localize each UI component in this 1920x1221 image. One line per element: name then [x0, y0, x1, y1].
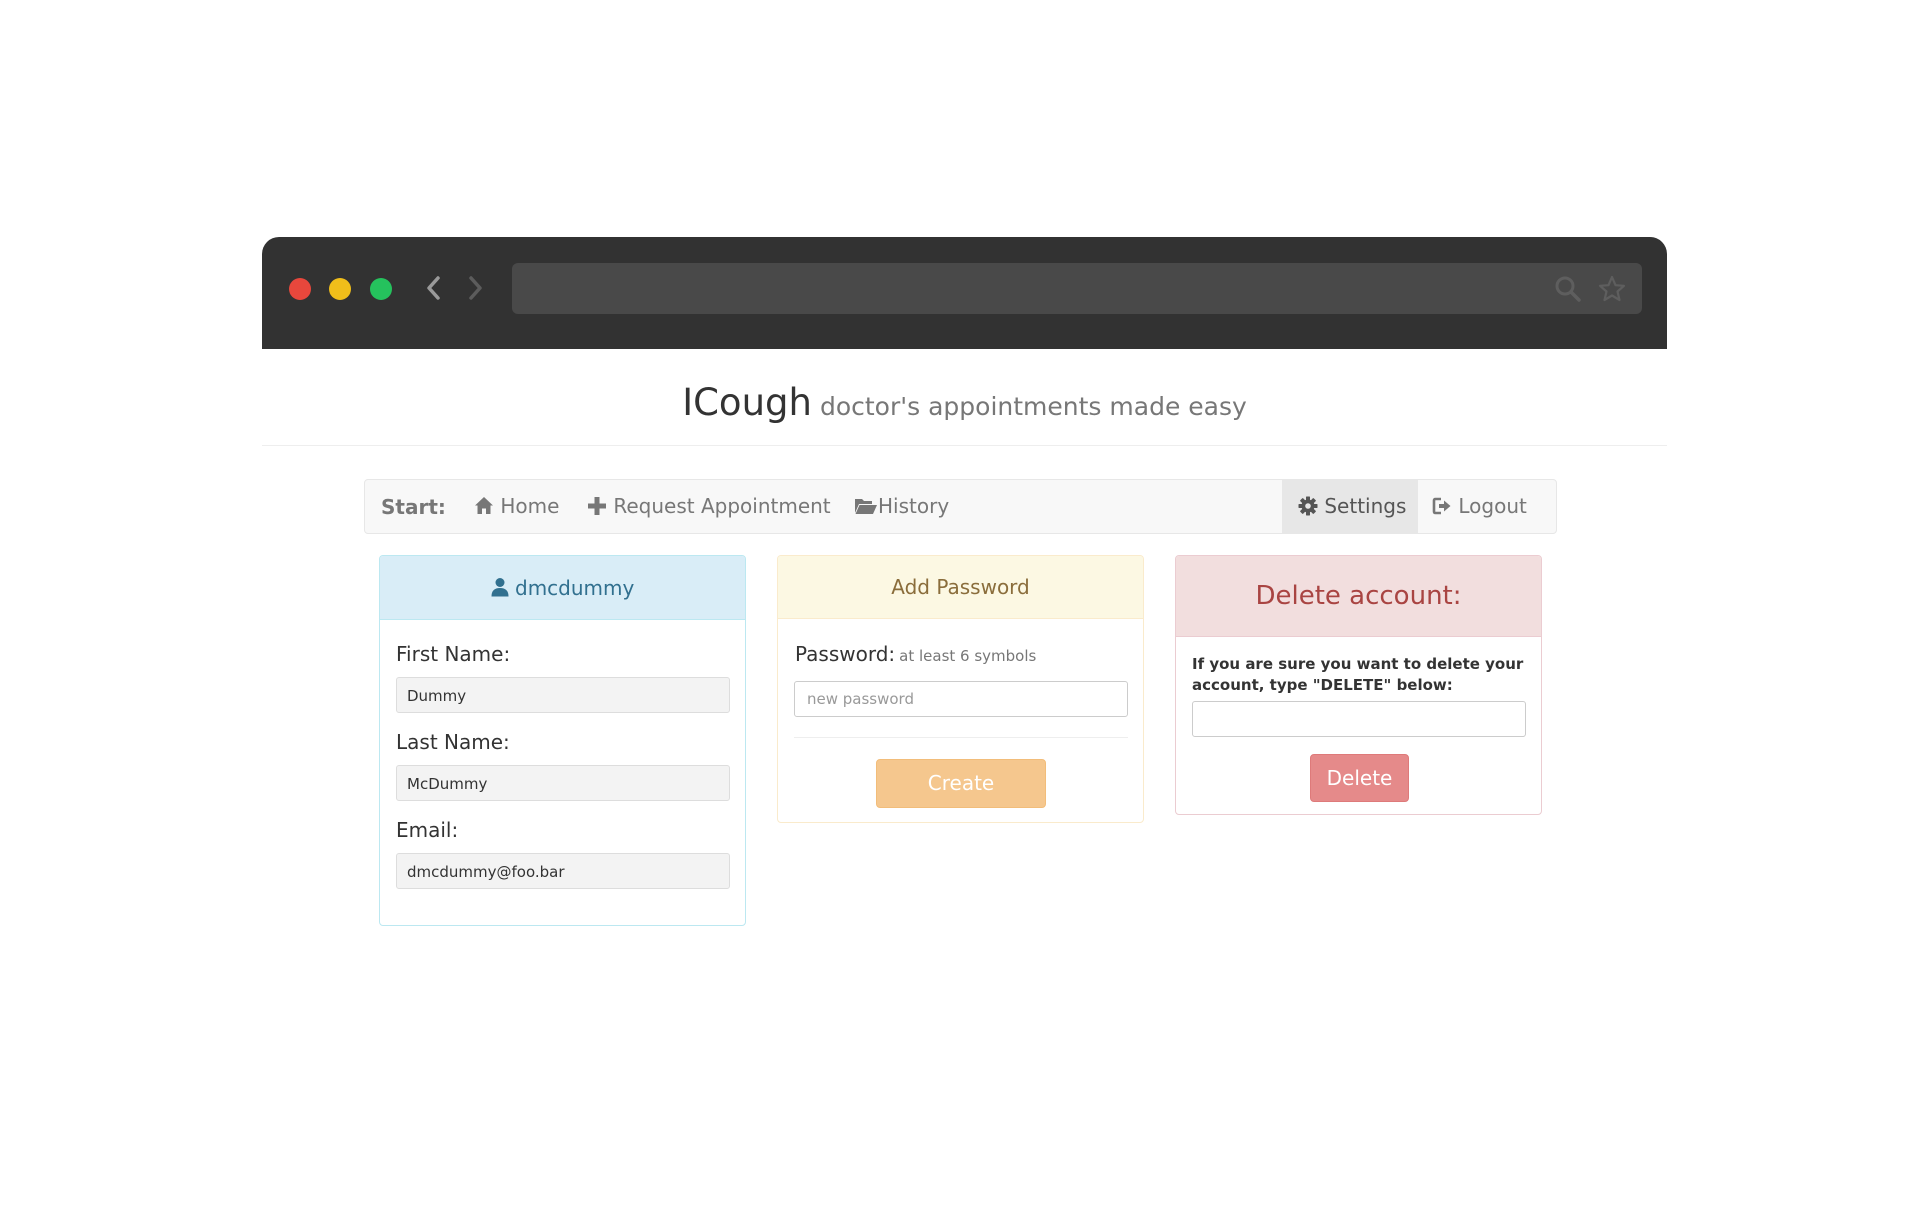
nav-settings[interactable]: Settings	[1282, 480, 1418, 533]
navbar: Start: Home Request Appointment History	[364, 479, 1557, 534]
nav-home-label: Home	[500, 494, 560, 518]
home-icon	[475, 497, 493, 514]
app-subtitle: doctor's appointments made easy	[819, 392, 1247, 421]
delete-instruction: If you are sure you want to delete your …	[1192, 655, 1524, 694]
star-icon[interactable]	[1598, 275, 1626, 303]
browser-window-chrome	[262, 237, 1667, 349]
maximize-window-icon[interactable]	[370, 278, 392, 300]
profile-panel: dmcdummy First Name: Dummy Last Name: Mc…	[379, 555, 746, 926]
back-arrow-icon[interactable]	[419, 273, 449, 303]
email-field: dmcdummy@foo.bar	[396, 853, 730, 889]
nav-home[interactable]: Home	[474, 480, 559, 533]
add-password-heading: Add Password	[778, 556, 1143, 619]
minimize-window-icon[interactable]	[329, 278, 351, 300]
logout-icon	[1432, 497, 1451, 515]
app-title: ICough	[682, 381, 812, 424]
delete-account-panel: Delete account: If you are sure you want…	[1175, 555, 1542, 815]
search-icon[interactable]	[1554, 275, 1582, 303]
password-label: Password:	[795, 642, 896, 666]
create-password-button[interactable]: Create	[876, 759, 1046, 808]
email-label: Email:	[396, 818, 459, 842]
nav-request-appointment[interactable]: Request Appointment	[587, 480, 831, 533]
nav-request-label: Request Appointment	[613, 494, 831, 518]
user-icon	[491, 578, 509, 597]
password-label-row: Password: at least 6 symbols	[795, 642, 1036, 666]
page-header: ICough doctor's appointments made easy	[262, 349, 1667, 446]
delete-account-button[interactable]: Delete	[1310, 754, 1409, 802]
forward-arrow-icon[interactable]	[460, 273, 490, 303]
nav-logout-label: Logout	[1458, 494, 1527, 518]
nav-history-label: History	[878, 494, 950, 518]
username: dmcdummy	[515, 576, 635, 600]
delete-confirm-input[interactable]	[1192, 701, 1526, 737]
add-password-panel: Add Password Password: at least 6 symbols…	[777, 555, 1144, 823]
nav-settings-label: Settings	[1324, 494, 1407, 518]
password-hint: at least 6 symbols	[899, 647, 1037, 665]
last-name-field: McDummy	[396, 765, 730, 801]
profile-panel-heading: dmcdummy	[380, 556, 745, 620]
gear-icon	[1298, 496, 1318, 516]
page-title: ICough doctor's appointments made easy	[682, 381, 1247, 424]
delete-account-heading: Delete account:	[1176, 556, 1541, 637]
first-name-label: First Name:	[396, 642, 511, 666]
last-name-label: Last Name:	[396, 730, 510, 754]
nav-logout[interactable]: Logout	[1432, 480, 1527, 533]
new-password-input[interactable]	[794, 681, 1128, 717]
nav-history[interactable]: History	[854, 480, 949, 533]
plus-icon	[588, 497, 606, 515]
navbar-brand: Start:	[381, 495, 446, 519]
folder-open-icon	[855, 499, 877, 514]
address-bar[interactable]	[512, 263, 1642, 314]
first-name-field: Dummy	[396, 677, 730, 713]
close-window-icon[interactable]	[289, 278, 311, 300]
divider	[794, 737, 1128, 738]
